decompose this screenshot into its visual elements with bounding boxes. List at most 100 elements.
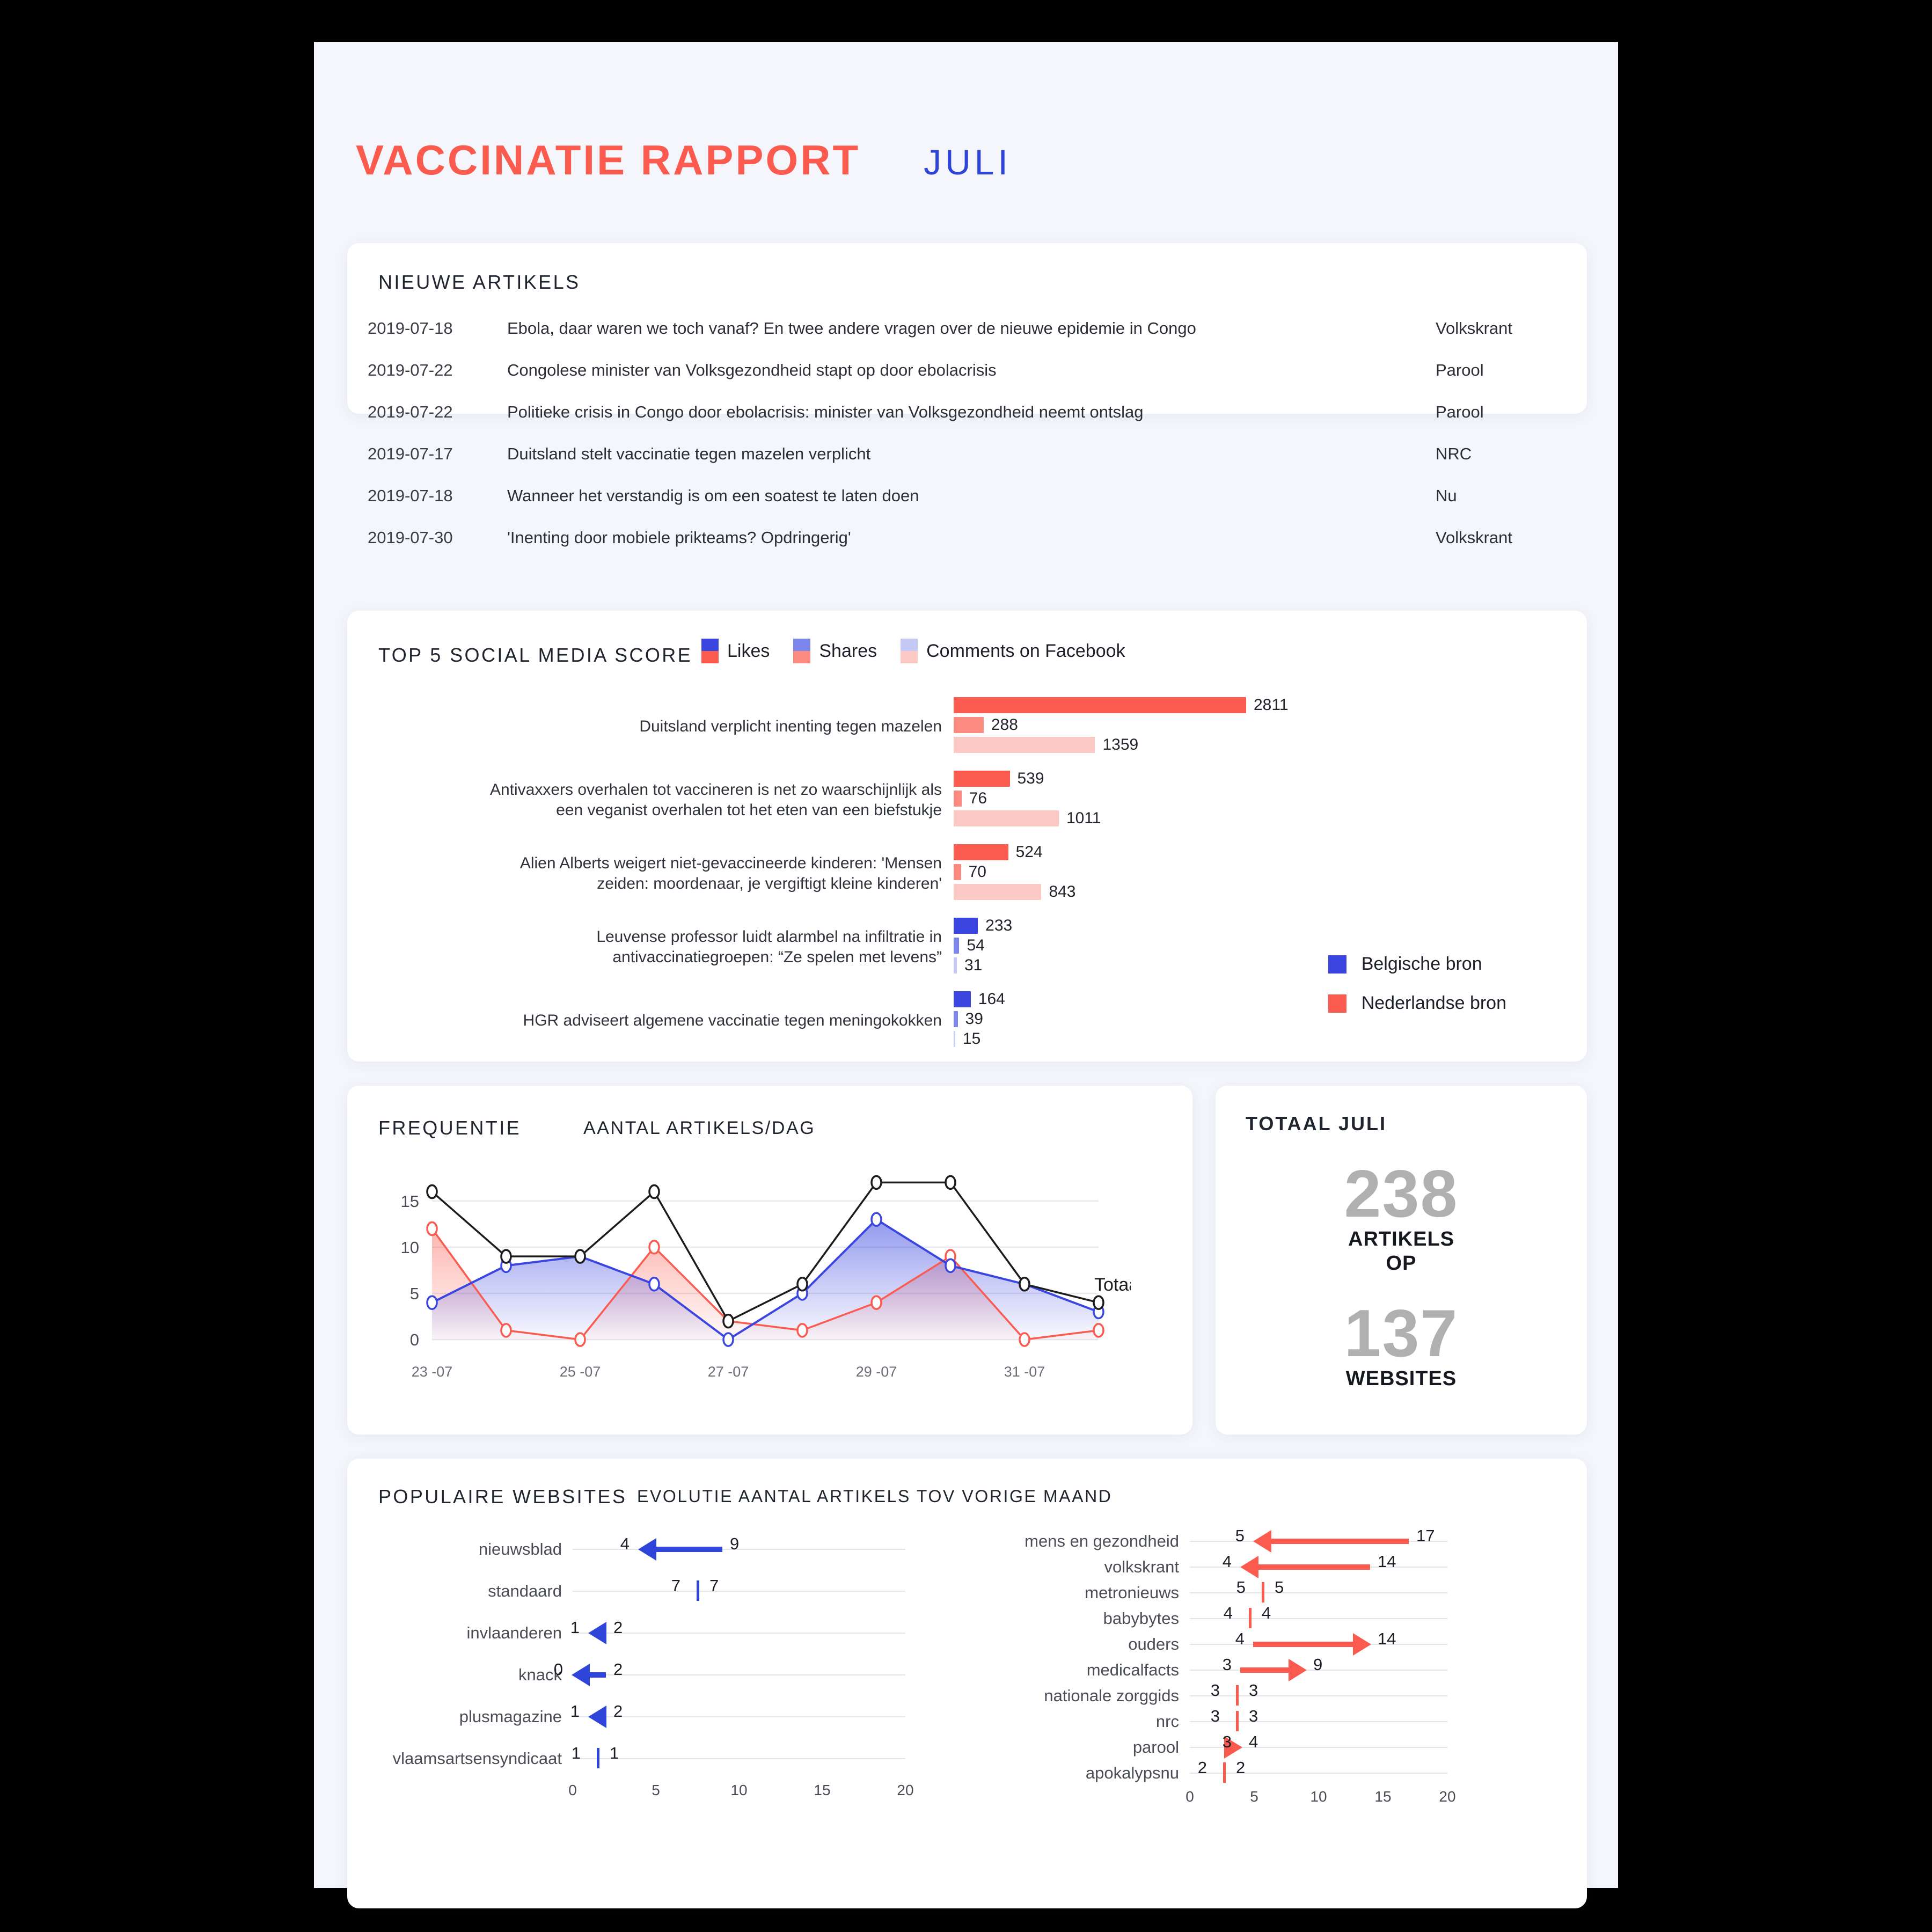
website-name: mens en gezondheid	[1024, 1532, 1179, 1550]
website-name: metronieuws	[1085, 1583, 1179, 1602]
popular-websites-card: POPULAIRE WEBSITES EVOLUTIE AANTAL ARTIK…	[347, 1459, 1587, 1908]
dumbbell-track: 4 14	[1190, 1552, 1447, 1578]
total-websites-count: 137	[1344, 1297, 1459, 1371]
bar-value: 76	[969, 789, 987, 807]
bar	[954, 918, 978, 934]
value-current: 4	[1223, 1604, 1233, 1622]
arrow-left-icon	[588, 1622, 606, 1644]
legend-swatch-icon	[701, 639, 719, 663]
table-row[interactable]: 2019-07-17 Duitsland stelt vaccinatie teg…	[368, 433, 1570, 475]
value-current: 5	[1235, 1526, 1245, 1545]
bar-row: 1011	[954, 809, 1587, 827]
value-previous: 5	[1275, 1578, 1284, 1597]
bar-value: 70	[968, 863, 986, 881]
bar-row: 54	[954, 936, 1587, 954]
frequency-title: FREQUENTIE	[378, 1117, 522, 1139]
website-name: ouders	[1128, 1635, 1179, 1653]
bar	[954, 957, 957, 974]
total-websites-label: WEBSITES	[1345, 1367, 1457, 1390]
article-title: Ebola, daar waren we toch vanaf? En twee…	[507, 319, 1196, 338]
bar-value: 54	[967, 936, 985, 954]
axis-tick: 15	[814, 1782, 831, 1798]
source-legend-label: Nederlandse bron	[1361, 993, 1506, 1013]
legend-label: Comments on Facebook	[926, 640, 1125, 661]
dumbbell-row[interactable]: apokalypsnu 2 2	[964, 1758, 1582, 1786]
value-previous: 17	[1416, 1526, 1435, 1545]
page-title: VACCINATIE RAPPORT	[356, 136, 861, 184]
dumbbell-axis: 0 5 10 15 20	[964, 1786, 1582, 1818]
bar	[954, 1031, 955, 1047]
change-arrow-line	[1270, 1539, 1409, 1544]
dumbbell-row[interactable]: volkskrant 4 14	[964, 1552, 1582, 1580]
website-name: parool	[1132, 1738, 1179, 1757]
bar-value: 524	[1015, 843, 1043, 861]
bar	[954, 1011, 958, 1027]
axis-tick: 5	[1250, 1788, 1258, 1805]
legend-swatch-icon	[901, 639, 918, 663]
change-arrow-line	[655, 1547, 722, 1552]
value-previous: 3	[1249, 1707, 1258, 1725]
arrow-left-icon	[572, 1664, 590, 1686]
table-row[interactable]: 2019-07-22 Congolese minister van Volksge…	[368, 349, 1570, 391]
value-current: 4	[620, 1534, 630, 1553]
dumbbell-row[interactable]: metronieuws 5 5	[964, 1578, 1582, 1606]
article-date: 2019-07-22	[368, 402, 453, 421]
dumbbell-track: 12	[570, 1618, 905, 1644]
website-name: knack	[518, 1665, 562, 1684]
table-row[interactable]: 2019-07-18 Wanneer het verstandig is om e…	[368, 475, 1570, 517]
website-name: nrc	[1155, 1712, 1179, 1731]
bar-group-label: Duitsland verplicht inenting tegen mazel…	[639, 717, 942, 735]
dumbbell-row[interactable]: nrc 3 3	[964, 1707, 1582, 1735]
article-source: Parool	[1436, 402, 1484, 421]
dumbbell-row[interactable]: vlaamsartsensyndicaat 1 1	[347, 1738, 964, 1780]
dumbbell-row[interactable]: standaard 7 7	[347, 1570, 964, 1612]
report-page: VACCINATIE RAPPORT JULI NIEUWE ARTIKELS …	[314, 42, 1618, 1908]
value-previous: 9	[730, 1534, 740, 1553]
bar-row: 843	[954, 883, 1587, 901]
legend-swatch-icon	[793, 639, 811, 663]
bar-row: 1359	[954, 736, 1587, 753]
dumbbell-row[interactable]: invlaanderen 1 2	[347, 1612, 964, 1654]
total-articles-block: 238 ARTIKELS OP	[1216, 1161, 1587, 1276]
website-name: invlaanderen	[466, 1623, 562, 1642]
dumbbell-row[interactable]: plusmagazine 1 2	[347, 1696, 964, 1738]
legend-item: Shares	[793, 639, 877, 663]
dumbbell-track: 55	[1190, 1578, 1447, 1602]
bar	[954, 991, 971, 1007]
value-previous: 3	[1222, 1655, 1232, 1674]
source-legend-label: Belgische bron	[1361, 954, 1482, 974]
dumbbell-track: 4 14	[1190, 1629, 1447, 1656]
dumbbell-row[interactable]: nationale zorggids 3 3	[964, 1681, 1582, 1709]
dumbbell-row[interactable]: knack 0 2	[347, 1654, 964, 1696]
value-current: 3	[1210, 1681, 1220, 1700]
popular-websites-subtitle: EVOLUTIE AANTAL ARTIKELS TOV VORIGE MAAN…	[637, 1487, 1113, 1506]
source-swatch-icon	[1328, 994, 1346, 1013]
table-row[interactable]: 2019-07-22 Politieke crisis in Congo door…	[368, 391, 1570, 433]
dumbbell-row[interactable]: mens en gezondheid 5 17	[964, 1526, 1582, 1554]
bar-row: 70	[954, 863, 1587, 881]
bar-value: 288	[991, 716, 1018, 734]
dumbbell-row[interactable]: ouders 4 14	[964, 1629, 1582, 1657]
change-arrow-line	[1257, 1564, 1370, 1570]
svg-text:0: 0	[410, 1330, 419, 1349]
article-source: Volkskrant	[1436, 319, 1513, 338]
dumbbell-row[interactable]: parool 3 4	[964, 1732, 1582, 1760]
table-row[interactable]: 2019-07-30 'Inenting door mobiele priktea…	[368, 517, 1570, 559]
dumbbell-chart-dutch: mens en gezondheid 5 17 volkskrant 4 14 metron…	[964, 1526, 1582, 1818]
bar-row: 76	[954, 789, 1587, 807]
value-current: 4	[1249, 1732, 1258, 1751]
value-previous: 2	[613, 1702, 623, 1721]
bar-row: 15	[954, 1030, 1587, 1048]
table-row[interactable]: 2019-07-18 Ebola, daar waren we toch vana…	[368, 308, 1570, 349]
article-date: 2019-07-18	[368, 486, 453, 505]
arrow-left-icon	[1240, 1556, 1258, 1578]
dumbbell-row[interactable]: medicalfacts 3 9	[964, 1655, 1582, 1683]
bar-group-bars: 524 70 843	[954, 843, 1587, 903]
value-current: 0	[553, 1660, 563, 1679]
dumbbell-row[interactable]: nieuwsblad 4 9	[347, 1528, 964, 1570]
value-previous: 14	[1378, 1552, 1396, 1571]
dumbbell-track: 12	[570, 1702, 905, 1728]
dumbbell-row[interactable]: babybytes 4 4	[964, 1604, 1582, 1631]
value-current: 4	[1222, 1552, 1232, 1571]
svg-text:23 -07: 23 -07	[412, 1364, 453, 1380]
